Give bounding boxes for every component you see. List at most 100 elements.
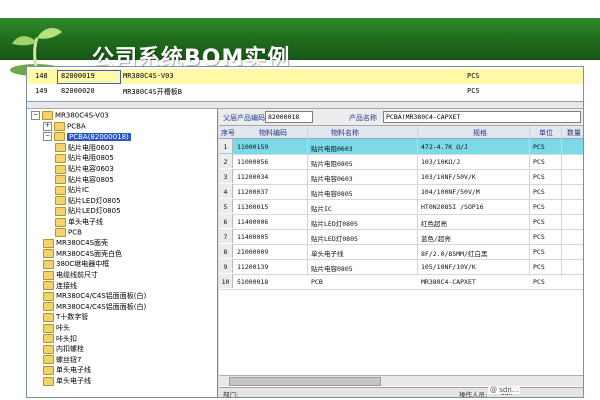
- tree-node[interactable]: 单头电子线: [55, 217, 103, 227]
- tree-node-label: 贴片电容0805: [68, 175, 114, 184]
- folder-icon: [55, 227, 66, 237]
- cell-no: 8: [219, 244, 233, 258]
- cell-code: 11200139: [237, 263, 269, 271]
- department-label: 部门:: [223, 391, 239, 398]
- cell-name: 贴片电容0603: [311, 175, 353, 183]
- cell-name: 贴片LED灯0805: [311, 235, 358, 243]
- tree-node[interactable]: 贴片电阻0805: [55, 153, 114, 163]
- column-divider: [561, 126, 562, 276]
- folder-icon: [55, 217, 66, 227]
- tree-node-label: 贴片IC: [68, 186, 89, 195]
- cell-unit: PCS: [533, 158, 545, 166]
- cell-spec: 8F/2.0/85MM/红白黑: [421, 250, 488, 258]
- table-row[interactable]: 10 51000018 PCB MR380C4-CAPXET PCS: [219, 274, 583, 290]
- folder-icon: [43, 312, 54, 322]
- cell-code: 11000159: [237, 143, 269, 151]
- col-header-qty[interactable]: 数量: [567, 128, 581, 138]
- tree-node[interactable]: PCB: [55, 227, 82, 238]
- tree-node-label: 内扣螺栓: [56, 345, 84, 354]
- tree-node[interactable]: 贴片IC: [55, 185, 89, 195]
- folder-icon: [55, 143, 66, 153]
- folder-icon: [43, 281, 54, 291]
- col-header-no[interactable]: 序号: [221, 128, 235, 138]
- expand-toggle-icon[interactable]: +: [43, 121, 52, 131]
- cell-code: 11200034: [237, 173, 269, 181]
- tree-node[interactable]: MR380C4S面壳: [43, 238, 108, 248]
- tree-node[interactable]: 电缆线前尺寸: [43, 270, 98, 280]
- cell-no: 4: [219, 184, 233, 198]
- product-row[interactable]: 149 82000020 MR380C4S开槽板B PCS: [27, 84, 583, 99]
- tree-node-label: 贴片LED灯0805: [68, 207, 121, 216]
- col-header-code[interactable]: 物料编码: [259, 128, 287, 138]
- title-banner: 公司系统BOM实例: [0, 18, 600, 76]
- horizontal-scrollbar[interactable]: [219, 375, 583, 386]
- folder-icon: [43, 323, 54, 333]
- tree-node[interactable]: 螺丝钮7: [43, 355, 81, 365]
- tree-node[interactable]: 内扣螺栓: [43, 344, 84, 354]
- cell-name: 单头电子线: [311, 250, 344, 258]
- tree-node[interactable]: − PCBA(82000018): [43, 132, 131, 142]
- folder-icon: [43, 291, 54, 301]
- parent-code-field[interactable]: 82000018: [265, 111, 313, 123]
- col-header-name[interactable]: 物料名称: [331, 128, 359, 138]
- watermark: @ sdn...: [488, 386, 521, 394]
- cell-unit: PCS: [533, 188, 545, 196]
- tree-node[interactable]: − MR380C4S-V03: [31, 111, 109, 121]
- folder-icon: [55, 206, 66, 216]
- cell-no: 5: [219, 199, 233, 213]
- col-header-unit[interactable]: 单位: [539, 128, 553, 138]
- tree-node[interactable]: 咔头: [43, 323, 70, 333]
- product-row[interactable]: 148 82000019 MR380C4S-V03 PCS: [27, 69, 583, 84]
- tree-node[interactable]: + PCBA: [43, 121, 86, 132]
- tree-node-label: 贴片电阻0603: [68, 143, 114, 152]
- folder-icon: [43, 259, 54, 269]
- cell-code: 11400006: [237, 218, 269, 226]
- cell-unit: PCS: [533, 248, 545, 256]
- tree-node-label: 螺丝钮7: [56, 355, 82, 364]
- tree-node[interactable]: 贴片LED灯0805: [55, 196, 121, 206]
- tree-node[interactable]: MR380C4S面壳白色: [43, 249, 122, 259]
- folder-icon: [55, 185, 66, 195]
- tree-node[interactable]: 单头电子线: [43, 365, 91, 375]
- tree-node[interactable]: 贴片电阻0603: [55, 143, 114, 153]
- product-name: MR380C4S开槽板B: [123, 88, 182, 96]
- cell-no: 2: [219, 154, 233, 168]
- tree-node[interactable]: 连接线: [43, 281, 77, 291]
- folder-icon: [43, 249, 54, 259]
- tree-node[interactable]: 贴片电容0603: [55, 164, 114, 174]
- cell-unit: PCS: [533, 278, 545, 286]
- tree-node-label: 380C继电器中框: [56, 260, 110, 269]
- expand-toggle-icon[interactable]: −: [43, 132, 52, 142]
- tree-node[interactable]: MR380C4/C4S铝面面板(白): [43, 302, 146, 312]
- tree-node[interactable]: 380C继电器中框: [43, 259, 109, 269]
- tree-node[interactable]: 贴片LED灯0805: [55, 206, 121, 216]
- splitter[interactable]: [27, 102, 583, 109]
- folder-icon: [43, 270, 54, 280]
- tree-node[interactable]: 单头电子线: [43, 376, 91, 386]
- tree-node[interactable]: T十数字管: [43, 312, 88, 322]
- row-number: 148: [35, 72, 48, 80]
- tree-node-label: 单头电子线: [68, 218, 103, 226]
- tree-node[interactable]: MR380C4/C4S铝面面板(白): [43, 291, 146, 301]
- folder-icon: [43, 344, 54, 354]
- product-name-label: 产品名称: [349, 114, 377, 122]
- cell-no: 1: [219, 139, 233, 153]
- scrollbar-thumb[interactable]: [229, 377, 381, 386]
- product-name-field[interactable]: PCBA(MR380C4-CAPXET: [383, 111, 581, 123]
- column-divider: [307, 126, 308, 276]
- folder-icon: [54, 132, 65, 142]
- product-name: MR380C4S-V03: [123, 72, 174, 80]
- cell-spec: 蓝色/超亮: [421, 235, 451, 243]
- cell-code: 11300015: [237, 203, 269, 211]
- expand-toggle-icon[interactable]: −: [31, 111, 40, 120]
- cell-code: 11400005: [237, 233, 269, 241]
- cell-code: 21000009: [237, 248, 269, 256]
- folder-icon: [43, 355, 54, 365]
- tree-node[interactable]: 贴片电容0805: [55, 175, 114, 185]
- tree-node-label: 连接线: [56, 281, 77, 290]
- col-header-spec[interactable]: 规格: [473, 128, 487, 138]
- cell-code: 51000018: [237, 278, 269, 286]
- folder-icon: [55, 175, 66, 185]
- tree-node[interactable]: 咔头扣: [43, 334, 77, 344]
- folder-icon: [55, 153, 66, 163]
